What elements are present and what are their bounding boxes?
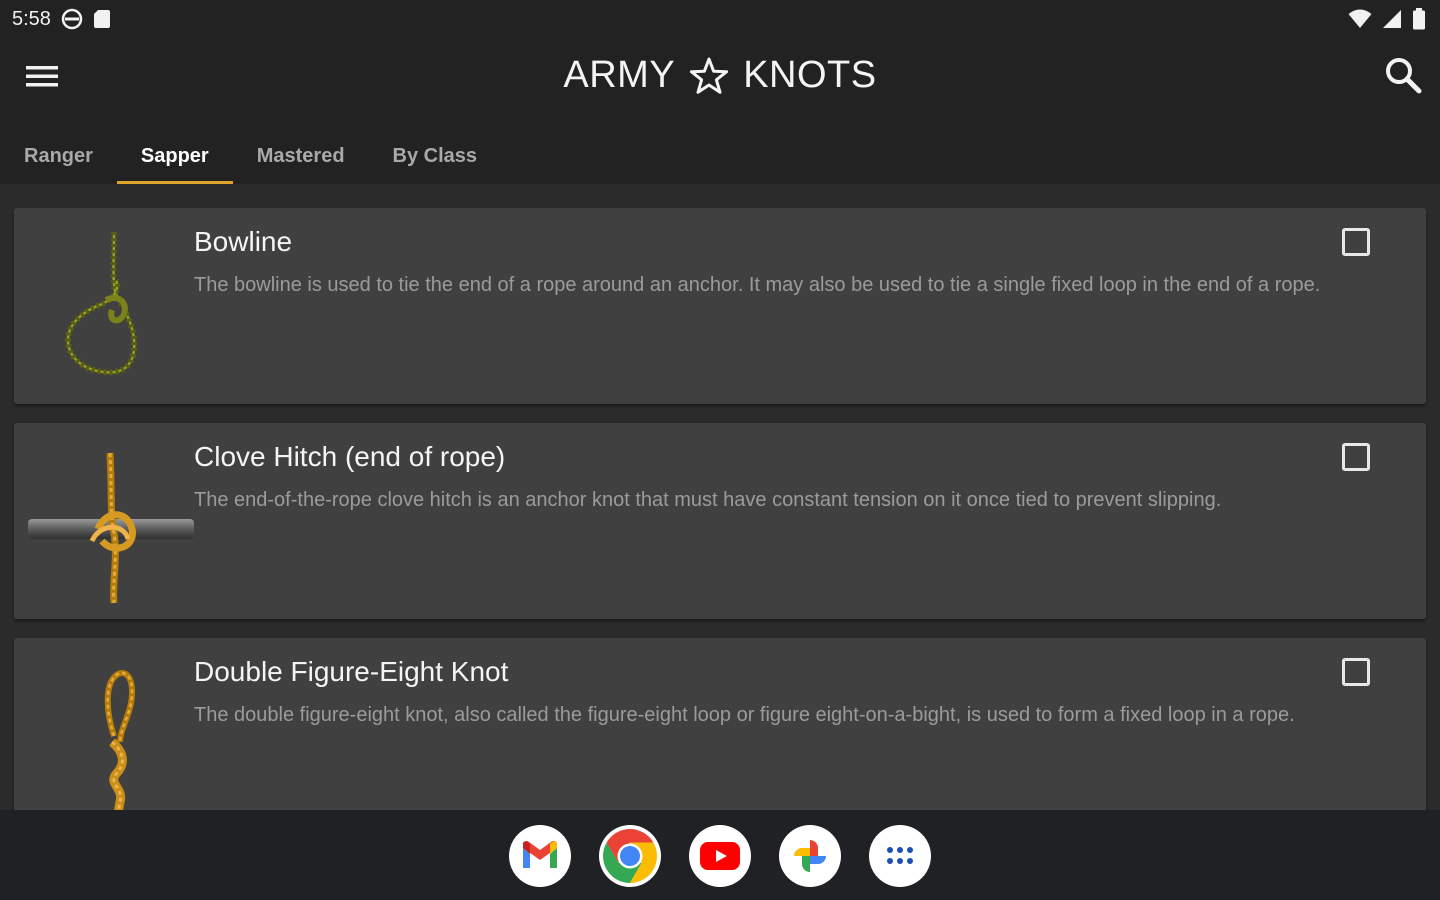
app-title: ARMY KNOTS (0, 54, 1440, 97)
status-time: 5:58 (12, 7, 51, 30)
knot-description: The double figure-eight knot, also calle… (194, 704, 1295, 726)
tab-label: Ranger (24, 144, 93, 167)
tab-label: Mastered (256, 144, 345, 167)
knot-card-double-figure-eight[interactable]: Double Figure-Eight Knot The double figu… (14, 638, 1426, 810)
gmail-icon[interactable] (509, 825, 571, 887)
star-outline-icon (689, 57, 729, 95)
app-title-right: KNOTS (743, 54, 877, 96)
youtube-icon[interactable] (689, 825, 751, 887)
wifi-icon (1348, 9, 1372, 29)
knot-description: The end-of-the-rope clove hitch is an an… (194, 489, 1222, 511)
status-bar: 5:58 (0, 0, 1440, 38)
status-bar-right (1348, 8, 1426, 30)
knot-title: Double Figure-Eight Knot (194, 656, 509, 687)
vpn-icon (61, 8, 83, 30)
tab-ranger[interactable]: Ranger (0, 128, 117, 184)
app-bar: ARMY KNOTS Ranger Sapper Mastered By Cla… (0, 38, 1440, 184)
mastered-checkbox[interactable] (1342, 443, 1370, 471)
knot-title: Clove Hitch (end of rope) (194, 441, 506, 472)
search-icon[interactable] (1384, 56, 1422, 94)
photos-icon[interactable] (779, 825, 841, 887)
status-bar-left: 5:58 (12, 8, 111, 31)
mastered-checkbox[interactable] (1342, 228, 1370, 256)
knot-description: The bowline is used to tie the end of a … (194, 274, 1321, 296)
tab-by-class[interactable]: By Class (369, 128, 502, 184)
tab-mastered[interactable]: Mastered (233, 128, 369, 184)
knot-title: Bowline (194, 226, 293, 257)
tab-label: Sapper (140, 144, 209, 167)
mastered-checkbox[interactable] (1342, 658, 1370, 686)
sd-card-icon (93, 9, 111, 29)
tab-bar: Ranger Sapper Mastered By Class (0, 128, 501, 184)
app-title-left: ARMY (563, 54, 676, 96)
taskbar-dock (0, 810, 1440, 900)
clove-hitch-knot-image (28, 437, 194, 605)
knot-card-bowline[interactable]: Bowline The bowline is used to tie the e… (14, 208, 1426, 404)
knot-list[interactable]: Bowline The bowline is used to tie the e… (0, 184, 1440, 810)
signal-icon (1382, 9, 1402, 29)
tab-label: By Class (392, 144, 478, 167)
battery-icon (1412, 8, 1426, 30)
knot-card-clove-hitch[interactable]: Clove Hitch (end of rope) The end-of-the… (14, 423, 1426, 619)
chrome-icon[interactable] (599, 825, 661, 887)
bowline-knot-image (28, 222, 194, 390)
app-drawer-icon[interactable] (869, 825, 931, 887)
figure-eight-knot-image (28, 652, 194, 810)
tab-sapper[interactable]: Sapper (116, 128, 233, 184)
